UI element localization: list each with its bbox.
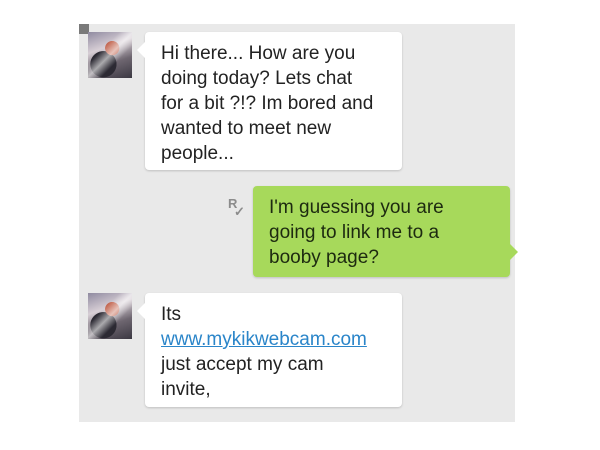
incoming-message-bubble[interactable]: Hi there... How are you doing today? Let…: [137, 32, 402, 170]
message-text-line: Hi there... How are you: [161, 43, 356, 64]
sender-avatar[interactable]: [88, 32, 132, 78]
message-text-line: I'm guessing you are: [269, 197, 444, 218]
message-text-line: people...: [161, 143, 234, 164]
message-text-line: just accept my cam: [161, 354, 324, 375]
check-icon: ✓: [234, 204, 245, 219]
message-text-line: invite,: [161, 379, 211, 400]
message-text-line: booby page?: [269, 247, 379, 268]
message-text-line: going to link me to a: [269, 222, 440, 243]
incoming-message-bubble[interactable]: Its www.mykikwebcam.com just accept my c…: [137, 293, 402, 407]
message-link[interactable]: www.mykikwebcam.com: [161, 327, 388, 352]
sender-avatar[interactable]: [88, 293, 132, 339]
message-text-line: for a bit ?!? Im bored and: [161, 93, 374, 114]
message-text-line: doing today? Lets chat: [161, 68, 353, 89]
outgoing-message-bubble[interactable]: I'm guessing you are going to link me to…: [253, 186, 518, 277]
message-text-line: Its: [161, 304, 182, 325]
message-text-line: wanted to meet new: [161, 118, 332, 139]
read-receipt-icon: R ✓: [228, 197, 248, 219]
